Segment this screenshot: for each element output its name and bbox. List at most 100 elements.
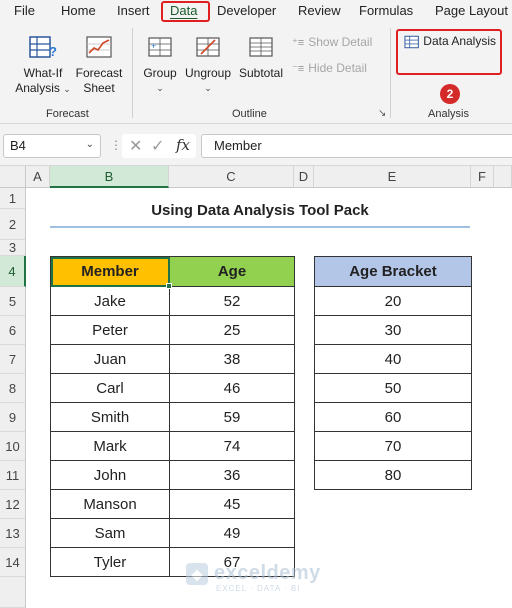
member-cell[interactable]: Carl [50, 373, 170, 403]
row-header-12[interactable]: 12 [0, 490, 26, 519]
table-row: Carl 46 [50, 373, 295, 403]
data-tab-highlight [161, 1, 210, 22]
column-header-c[interactable]: C [169, 166, 294, 188]
column-header-d[interactable]: D [294, 166, 314, 188]
bracket-cell[interactable]: 70 [314, 431, 472, 461]
tab-formulas[interactable]: Formulas [359, 3, 413, 18]
row-header-13[interactable]: 13 [0, 519, 26, 548]
age-cell[interactable]: 46 [169, 373, 295, 403]
bracket-cell[interactable]: 60 [314, 402, 472, 432]
worksheet-grid: A B C D E F 1 2 3 4 5 6 7 8 9 10 11 12 1… [0, 166, 512, 608]
tab-home[interactable]: Home [61, 3, 96, 18]
bracket-cell[interactable]: 20 [314, 286, 472, 316]
subtotal-icon [249, 37, 273, 57]
member-cell[interactable]: John [50, 460, 170, 490]
age-cell[interactable]: 38 [169, 344, 295, 374]
row-header-4[interactable]: 4 [0, 256, 26, 287]
member-cell[interactable]: Tyler [50, 547, 170, 577]
column-header-b[interactable]: B [50, 166, 169, 188]
forecast-label-2: Sheet [83, 81, 115, 95]
row-header-6[interactable]: 6 [0, 316, 26, 345]
table-header-row: Member Age [50, 256, 295, 287]
member-cell[interactable]: Peter [50, 315, 170, 345]
what-if-analysis-button[interactable]: ? What-If Analysis ⌄ [14, 34, 72, 97]
header-age-bracket-cell[interactable]: Age Bracket [314, 256, 472, 287]
member-cell[interactable]: Jake [50, 286, 170, 316]
chevron-down-icon: ⌄ [63, 84, 71, 94]
dialog-launcher-icon[interactable]: ↘ [378, 108, 386, 119]
tab-file[interactable]: File [14, 3, 35, 18]
row-header-14[interactable]: 14 [0, 548, 26, 577]
age-cell[interactable]: 49 [169, 518, 295, 548]
age-cell[interactable]: 59 [169, 402, 295, 432]
watermark-tagline: EXCEL · DATA · BI [216, 584, 301, 593]
formula-input[interactable]: Member [201, 134, 512, 158]
ungroup-button[interactable]: Ungroup ⌄ [184, 34, 232, 96]
header-member-cell[interactable]: Member [50, 256, 170, 287]
tab-review[interactable]: Review [298, 3, 341, 18]
menu-bar: File Home Insert Data Developer Review F… [0, 0, 512, 22]
header-age-cell[interactable]: Age [169, 256, 295, 287]
member-cell[interactable]: Manson [50, 489, 170, 519]
cancel-icon[interactable]: ✕ [129, 136, 142, 156]
svg-text:+: + [151, 41, 156, 51]
bracket-cell[interactable]: 40 [314, 344, 472, 374]
row-header-3[interactable]: 3 [0, 240, 26, 256]
what-if-label-1: What-If [23, 66, 63, 80]
bracket-cell[interactable]: 80 [314, 460, 472, 490]
table-row: Manson 45 [50, 489, 295, 519]
age-bracket-table: Age Bracket 20 30 40 50 60 70 80 [314, 256, 472, 490]
member-cell[interactable]: Juan [50, 344, 170, 374]
table-row: Mark 74 [50, 431, 295, 461]
row-header-11[interactable]: 11 [0, 461, 26, 490]
group-button[interactable]: + Group ⌄ [140, 34, 180, 96]
table-row: Jake 52 [50, 286, 295, 316]
age-cell[interactable]: 36 [169, 460, 295, 490]
column-header-f[interactable]: F [471, 166, 494, 188]
row-header-10[interactable]: 10 [0, 432, 26, 461]
table-row: Juan 38 [50, 344, 295, 374]
select-all-corner[interactable] [0, 166, 26, 188]
table-row: John 36 [50, 460, 295, 490]
age-cell[interactable]: 25 [169, 315, 295, 345]
insert-function-icon[interactable]: fx [176, 136, 190, 154]
member-cell[interactable]: Mark [50, 431, 170, 461]
what-if-icon: ? [29, 36, 57, 59]
chevron-down-icon: ⌄ [156, 83, 164, 93]
enter-check-icon[interactable]: ✓ [151, 136, 164, 156]
row-header-7[interactable]: 7 [0, 345, 26, 374]
subtotal-button[interactable]: Subtotal [236, 34, 286, 81]
forecast-label-1: Forecast [75, 66, 123, 80]
row-header-1[interactable]: 1 [0, 188, 26, 209]
hide-detail-button[interactable]: ⁻≡ Hide Detail [292, 61, 367, 75]
row-header-8[interactable]: 8 [0, 374, 26, 403]
column-header-a[interactable]: A [26, 166, 50, 188]
table-row: 50 [314, 373, 472, 403]
age-cell[interactable]: 52 [169, 286, 295, 316]
tab-developer[interactable]: Developer [217, 3, 276, 18]
name-box[interactable]: B4 ⌄ [3, 134, 101, 158]
bracket-cell[interactable]: 50 [314, 373, 472, 403]
outline-group-label: Outline [232, 108, 267, 120]
member-cell[interactable]: Sam [50, 518, 170, 548]
bracket-cell[interactable]: 30 [314, 315, 472, 345]
table-row: 60 [314, 402, 472, 432]
exceldemy-logo-icon: ◆ [186, 562, 208, 585]
column-header-e[interactable]: E [314, 166, 471, 188]
tab-page-layout[interactable]: Page Layout [435, 3, 508, 18]
svg-text:?: ? [49, 44, 57, 59]
tab-insert[interactable]: Insert [117, 3, 150, 18]
row-header-2[interactable]: 2 [0, 209, 26, 240]
table-row: 30 [314, 315, 472, 345]
fill-handle[interactable] [166, 283, 172, 289]
show-detail-button[interactable]: ⁺≡ Show Detail [292, 35, 372, 49]
data-analysis-highlight [396, 29, 502, 75]
row-header-5[interactable]: 5 [0, 287, 26, 316]
age-cell[interactable]: 74 [169, 431, 295, 461]
table-row: Peter 25 [50, 315, 295, 345]
forecast-sheet-button[interactable]: Forecast Sheet [74, 34, 124, 96]
row-header-9[interactable]: 9 [0, 403, 26, 432]
ungroup-icon [196, 37, 220, 57]
age-cell[interactable]: 45 [169, 489, 295, 519]
member-cell[interactable]: Smith [50, 402, 170, 432]
